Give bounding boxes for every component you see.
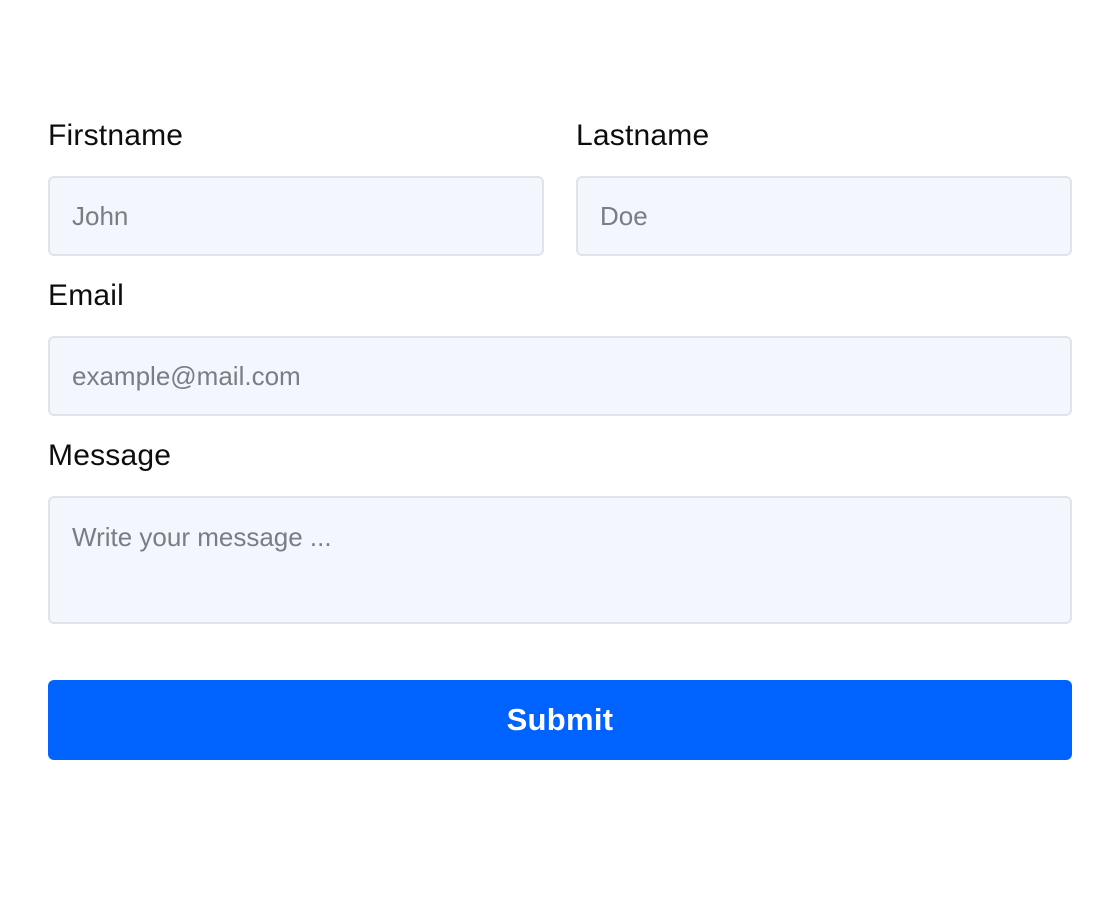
email-label: Email bbox=[48, 279, 125, 312]
contact-form: Firstname Lastname Email Message Submit bbox=[48, 112, 1072, 760]
submit-button[interactable]: Submit bbox=[48, 680, 1072, 760]
lastname-label: Lastname bbox=[576, 119, 710, 152]
firstname-label: Firstname bbox=[48, 119, 184, 152]
firstname-group: Firstname bbox=[48, 112, 544, 256]
message-label: Message bbox=[48, 439, 172, 472]
lastname-input[interactable] bbox=[576, 176, 1072, 256]
message-group: Message bbox=[48, 432, 1072, 624]
lastname-group: Lastname bbox=[576, 112, 1072, 256]
message-textarea[interactable] bbox=[48, 496, 1072, 624]
email-group: Email bbox=[48, 272, 1072, 416]
name-row: Firstname Lastname bbox=[48, 112, 1072, 256]
email-input[interactable] bbox=[48, 336, 1072, 416]
firstname-input[interactable] bbox=[48, 176, 544, 256]
